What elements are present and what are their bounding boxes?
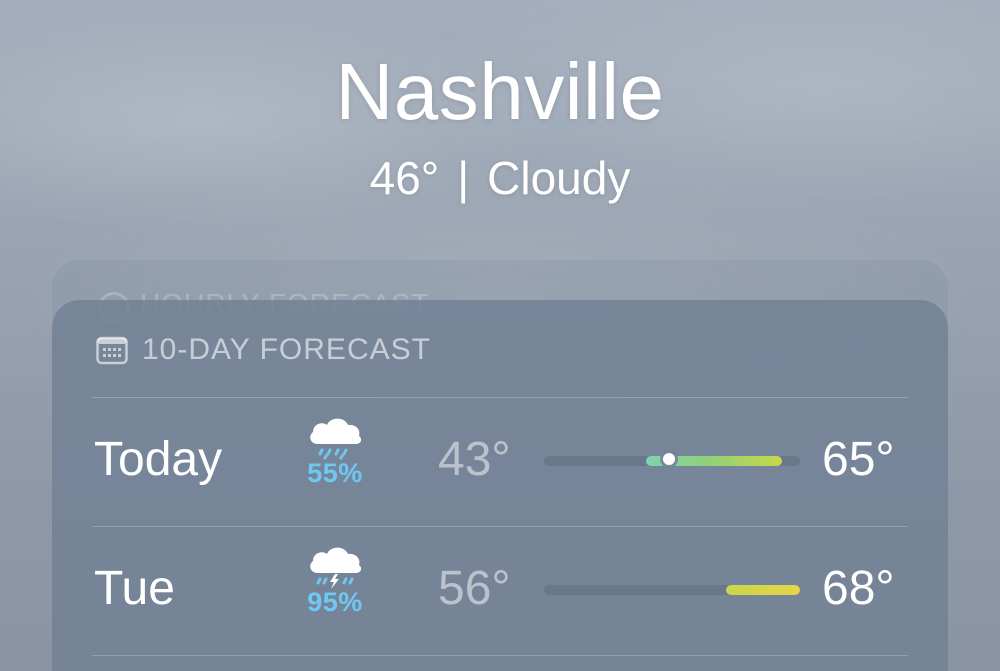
- forecast-header: 10-DAY FORECAST: [96, 330, 431, 370]
- precipitation-chance: 55%: [307, 458, 363, 488]
- divider: [92, 655, 908, 656]
- cloud-thunderstorm-icon: [310, 547, 362, 589]
- temperature-range-fill: [725, 585, 800, 595]
- weather-condition: 55%: [300, 412, 370, 489]
- current-conditions: 46° | Cloudy: [0, 150, 1000, 206]
- current-condition: Cloudy: [487, 152, 631, 204]
- temperature-range-bar: [544, 585, 800, 595]
- ten-day-forecast-card[interactable]: 10-DAY FORECAST Today 55% 43° 65° Tue 95…: [52, 300, 948, 671]
- precipitation-chance: 95%: [307, 587, 363, 617]
- city-name: Nashville: [335, 47, 665, 136]
- forecast-row-tue[interactable]: Tue 95% 56° 68°: [52, 527, 948, 655]
- day-label: Today: [94, 433, 223, 486]
- forecast-row-today[interactable]: Today 55% 43° 65°: [52, 398, 948, 526]
- temperature-range-bar: [544, 453, 800, 466]
- day-label: Tue: [94, 562, 175, 615]
- high-temperature: 68°: [822, 562, 895, 615]
- weather-condition: 95%: [300, 541, 370, 618]
- cloud-rain-icon: [310, 418, 362, 460]
- calendar-icon: [96, 336, 128, 365]
- high-temperature: 65°: [822, 433, 895, 486]
- low-temperature: 56°: [438, 562, 511, 615]
- current-temperature: 46°: [369, 152, 440, 204]
- forecast-title: 10-DAY FORECAST: [142, 333, 431, 366]
- low-temperature: 43°: [438, 433, 511, 486]
- conditions-separator: |: [457, 152, 470, 204]
